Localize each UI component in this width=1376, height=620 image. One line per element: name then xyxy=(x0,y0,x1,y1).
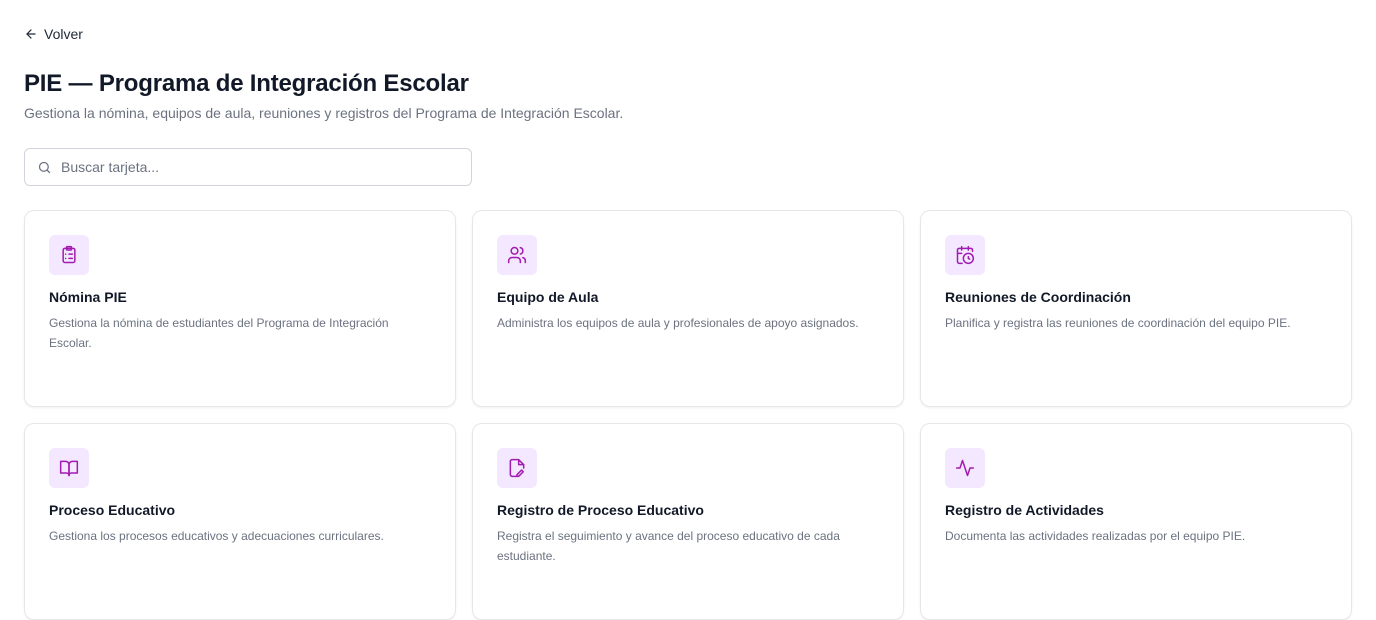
search-icon xyxy=(38,161,51,173)
card-proceso-educativo[interactable]: Proceso Educativo Gestiona los procesos … xyxy=(24,423,456,620)
card-title: Equipo de Aula xyxy=(497,289,599,305)
clipboard-list-icon xyxy=(62,245,76,264)
page-title: PIE — Programa de Integración Escolar xyxy=(24,70,469,97)
card-title: Registro de Proceso Educativo xyxy=(497,502,704,518)
card-description: Gestiona la nómina de estudiantes del Pr… xyxy=(49,316,389,350)
search-box[interactable] xyxy=(24,148,472,186)
card-description: Documenta las actividades realizadas por… xyxy=(945,529,1246,543)
users-icon xyxy=(507,246,527,264)
card-description: Planifica y registra las reuniones de co… xyxy=(945,316,1291,330)
card-reuniones-de-coordinacion[interactable]: Reuniones de Coordinación Planifica y re… xyxy=(920,210,1352,407)
book-open-icon xyxy=(59,460,79,477)
card-description: Administra los equipos de aula y profesi… xyxy=(497,316,859,330)
back-link[interactable]: Volver xyxy=(24,24,83,44)
card-equipo-de-aula[interactable]: Equipo de Aula Administra los equipos de… xyxy=(472,210,904,407)
file-pen-icon xyxy=(509,458,525,478)
page: Volver PIE — Programa de Integración Esc… xyxy=(0,0,1376,620)
search-input[interactable] xyxy=(61,159,441,175)
page-subtitle: Gestiona la nómina, equipos de aula, reu… xyxy=(24,105,624,121)
card-registro-de-actividades[interactable]: Registro de Actividades Documenta las ac… xyxy=(920,423,1352,620)
card-title: Registro de Actividades xyxy=(945,502,1104,518)
calendar-clock-icon xyxy=(956,245,975,265)
card-registro-de-proceso-educativo[interactable]: Registro de Proceso Educativo Registra e… xyxy=(472,423,904,620)
card-grid: Nómina PIE Gestiona la nómina de estudia… xyxy=(24,210,1352,620)
card-nomina-pie[interactable]: Nómina PIE Gestiona la nómina de estudia… xyxy=(24,210,456,407)
activity-icon xyxy=(955,459,975,477)
card-title: Reuniones de Coordinación xyxy=(945,289,1131,305)
back-label: Volver xyxy=(44,26,83,42)
card-description: Registra el seguimiento y avance del pro… xyxy=(497,529,840,563)
arrow-left-icon xyxy=(26,29,36,39)
card-title: Nómina PIE xyxy=(49,289,127,305)
card-title: Proceso Educativo xyxy=(49,502,176,518)
card-description: Gestiona los procesos educativos y adecu… xyxy=(49,529,384,543)
